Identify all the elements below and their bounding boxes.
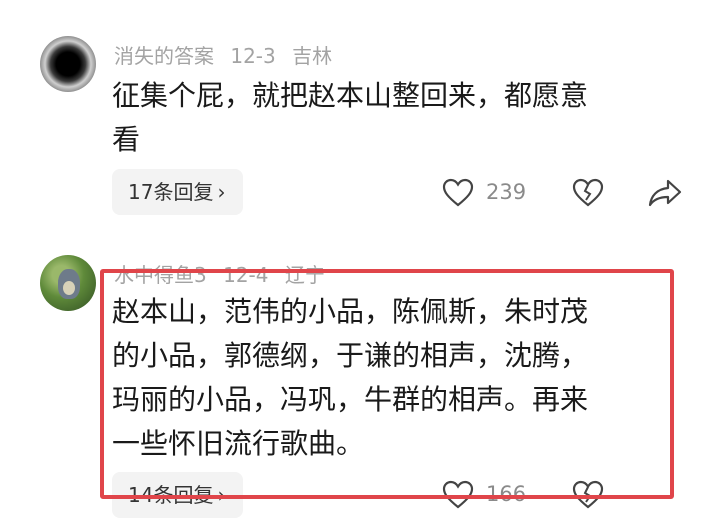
highlight-box <box>100 269 674 499</box>
heart-icon[interactable] <box>442 178 474 208</box>
comment-text: 征集个屁，就把赵本山整回来，都愿意 看 <box>112 74 588 162</box>
totoro-belly <box>63 281 75 295</box>
avatar[interactable] <box>40 255 96 311</box>
view-replies-button[interactable]: 17条回复 › <box>112 169 244 215</box>
comment-text-line: 看 <box>112 123 141 156</box>
comment-meta: 消失的答案 12-3 吉林 <box>114 40 342 69</box>
username[interactable]: 消失的答案 <box>114 44 214 68</box>
comment-text-line: 征集个屁，就把赵本山整回来，都愿意 <box>112 79 589 112</box>
chevron-right-icon: › <box>217 180 226 204</box>
dislike-broken-heart-icon[interactable] <box>572 178 604 208</box>
avatar[interactable] <box>40 36 96 92</box>
comment-date: 12-3 <box>230 44 276 68</box>
like-count: 239 <box>486 180 527 204</box>
reply-count-label: 17条回复 <box>128 180 214 204</box>
comment-location: 吉林 <box>292 44 333 68</box>
share-icon[interactable] <box>648 178 682 208</box>
